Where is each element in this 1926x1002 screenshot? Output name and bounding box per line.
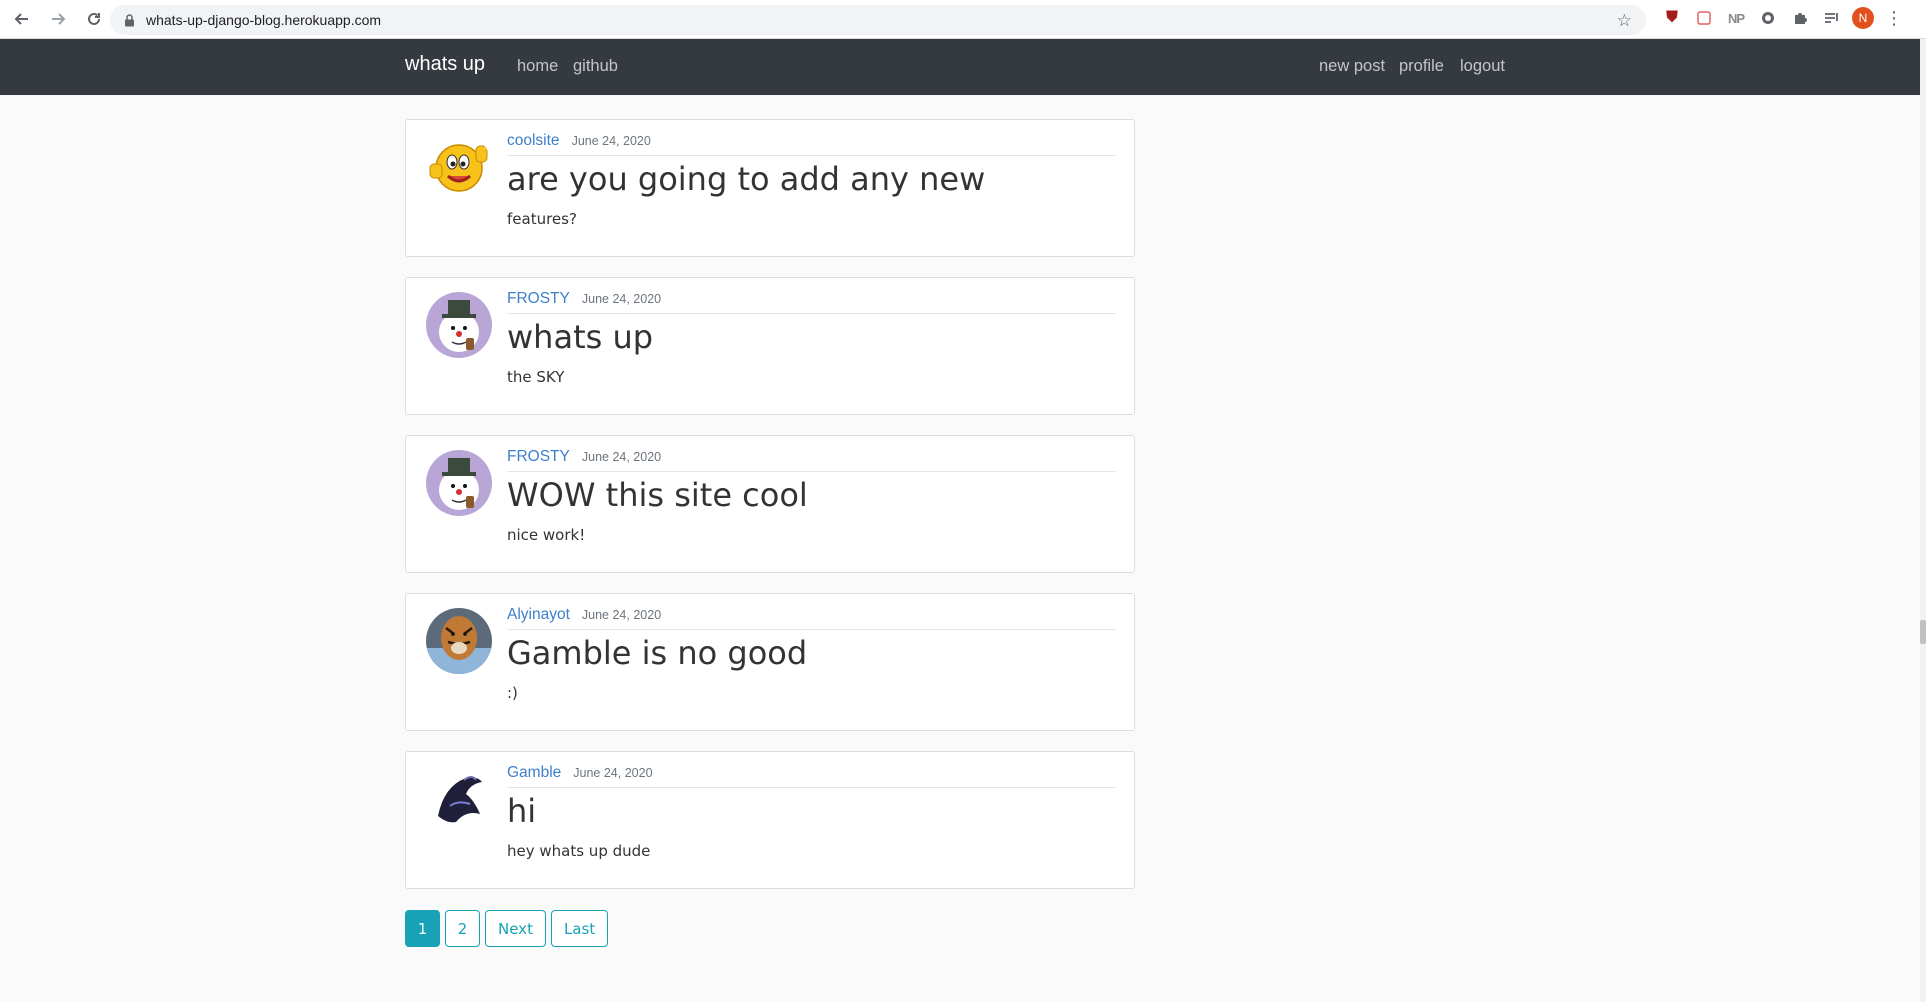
post-title-link[interactable]: whats up (507, 318, 653, 356)
post-title-link[interactable]: Gamble is no good (507, 634, 807, 672)
post-author-link[interactable]: Alyinayot (507, 606, 570, 624)
brand-link[interactable]: whats up (405, 53, 485, 76)
page-root: { "browser": { "url": "whats-up-django-b… (0, 0, 1926, 1002)
extensions-area: ⛊ NP N ⋮ (1660, 6, 1906, 30)
post-author-link[interactable]: coolsite (507, 132, 560, 150)
post-body: nice work! (507, 526, 586, 544)
post-author-link[interactable]: Gamble (507, 764, 561, 782)
next-page-button[interactable]: Next (485, 910, 546, 947)
nav-home-link[interactable]: home (517, 57, 558, 76)
post-meta: FROSTY June 24, 2020 (507, 290, 1116, 314)
post-title-link[interactable]: WOW this site cool (507, 476, 808, 514)
post-date: June 24, 2020 (581, 450, 662, 464)
nav-logout-link[interactable]: logout (1460, 57, 1505, 76)
post-title-link[interactable]: hi (507, 792, 536, 830)
page-1-button[interactable]: 1 (405, 910, 440, 947)
np-extension-icon[interactable]: NP (1724, 6, 1748, 30)
post-card: coolsite June 24, 2020 are you going to … (405, 119, 1135, 257)
post-date: June 24, 2020 (581, 292, 662, 306)
post-card: FROSTY June 24, 2020 whats up the SKY (405, 277, 1135, 415)
post-author-link[interactable]: FROSTY (507, 290, 570, 308)
pagination: 1 2 Next Last (405, 910, 609, 947)
ublock-shield-icon[interactable]: ⛊ (1660, 6, 1684, 30)
url-text: whats-up-django-blog.herokuapp.com (146, 12, 382, 28)
back-arrow-icon[interactable] (6, 3, 38, 35)
bookmark-star-icon[interactable]: ☆ (1617, 11, 1632, 31)
post-card: FROSTY June 24, 2020 WOW this site cool … (405, 435, 1135, 573)
post-body: hey whats up dude (507, 842, 651, 860)
post-meta: Gamble June 24, 2020 (507, 764, 1116, 788)
scrollbar-thumb[interactable] (1920, 620, 1926, 644)
address-bar[interactable]: whats-up-django-blog.herokuapp.com ☆ (110, 5, 1646, 35)
media-queue-icon[interactable] (1820, 6, 1844, 30)
post-title-link[interactable]: are you going to add any new (507, 160, 985, 198)
post-meta: FROSTY June 24, 2020 (507, 448, 1116, 472)
snowman-avatar (426, 450, 492, 516)
puzzle-extensions-icon[interactable] (1788, 6, 1812, 30)
dark-figure-avatar (426, 766, 492, 832)
lock-icon (122, 13, 136, 27)
profile-avatar[interactable]: N (1852, 7, 1874, 29)
post-card: Gamble June 24, 2020 hi hey whats up dud… (405, 751, 1135, 889)
post-date: June 24, 2020 (581, 608, 662, 622)
nav-profile-link[interactable]: profile (1399, 57, 1444, 76)
pdf-extension-icon[interactable] (1692, 6, 1716, 30)
post-card: Alyinayot June 24, 2020 Gamble is no goo… (405, 593, 1135, 731)
nav-new-post-link[interactable]: new post (1319, 57, 1385, 76)
nav-github-link[interactable]: github (573, 57, 618, 76)
tiger-avatar (426, 608, 492, 674)
post-author-link[interactable]: FROSTY (507, 448, 570, 466)
last-page-button[interactable]: Last (550, 910, 609, 947)
thumbs-up-emoji-avatar (426, 134, 492, 200)
forward-arrow-icon[interactable] (42, 3, 74, 35)
post-body: the SKY (507, 368, 565, 386)
menu-kebab-icon[interactable]: ⋮ (1882, 6, 1906, 30)
post-body: features? (507, 210, 577, 228)
post-meta: coolsite June 24, 2020 (507, 132, 1116, 156)
circle-extension-icon[interactable] (1756, 6, 1780, 30)
page-2-button[interactable]: 2 (445, 910, 480, 947)
browser-toolbar: whats-up-django-blog.herokuapp.com ☆ ⛊ N… (0, 0, 1926, 39)
post-date: June 24, 2020 (571, 134, 651, 148)
post-body: :) (507, 684, 518, 702)
site-navbar: whats up home github new post profile lo… (0, 39, 1920, 95)
page-scrollbar[interactable] (1920, 39, 1926, 1002)
snowman-avatar (426, 292, 492, 358)
post-date: June 24, 2020 (573, 766, 653, 780)
post-meta: Alyinayot June 24, 2020 (507, 606, 1116, 630)
reload-icon[interactable] (78, 3, 110, 35)
